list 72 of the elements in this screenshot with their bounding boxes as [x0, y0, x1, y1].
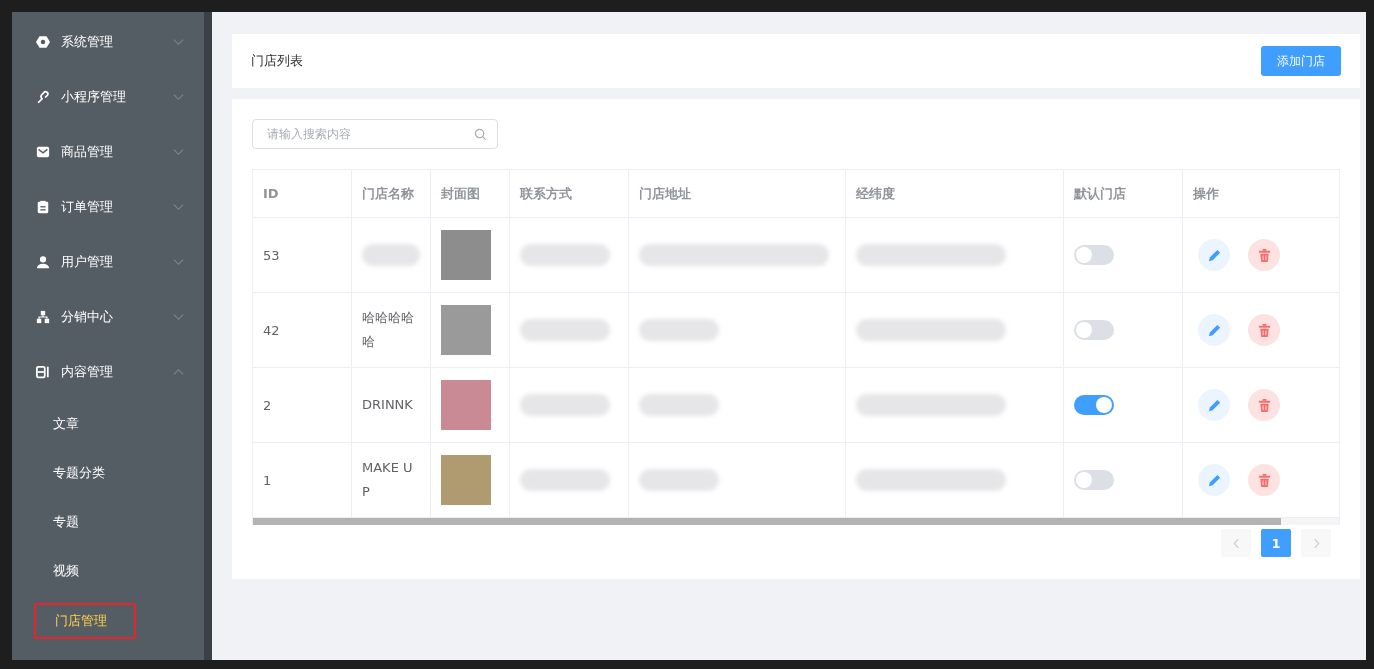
- photo-placeholder: [441, 455, 491, 505]
- chevron-icon: [173, 312, 184, 321]
- pencil-icon: [1206, 322, 1222, 338]
- redacted-block: [362, 244, 420, 266]
- table-cell-text: 哈哈哈哈哈: [362, 309, 415, 351]
- edit-button[interactable]: [1198, 464, 1230, 496]
- delete-button[interactable]: [1248, 389, 1280, 421]
- page-title: 门店列表: [251, 52, 303, 70]
- table-cell: 53: [263, 247, 280, 263]
- chevron-icon: [173, 202, 184, 211]
- column-header: 默认门店: [1064, 170, 1183, 217]
- column-header: 门店地址: [629, 170, 846, 217]
- person-icon: [36, 254, 50, 269]
- scrollbar-thumb[interactable]: [253, 518, 1281, 525]
- pencil-icon: [1206, 472, 1222, 488]
- trash-icon: [1256, 247, 1272, 263]
- link-icon: [36, 89, 50, 104]
- edit-button[interactable]: [1198, 239, 1230, 271]
- table-cell-text: DRINNK: [362, 396, 413, 414]
- search-icon: [474, 128, 487, 141]
- submenu-item[interactable]: 视频: [12, 546, 204, 595]
- column-header: 封面图: [431, 170, 510, 217]
- submenu-item[interactable]: 文章: [12, 399, 204, 448]
- trash-icon: [1256, 322, 1272, 338]
- column-header: 经纬度: [846, 170, 1064, 217]
- submenu-item[interactable]: 专题分类: [12, 448, 204, 497]
- pencil-icon: [1206, 397, 1222, 413]
- delete-button[interactable]: [1248, 239, 1280, 271]
- trash-icon: [1256, 397, 1272, 413]
- toggle-switch[interactable]: [1074, 395, 1114, 415]
- submenu-item[interactable]: 门店管理: [34, 603, 136, 639]
- toggle-switch[interactable]: [1074, 320, 1114, 340]
- toggle-switch[interactable]: [1074, 470, 1114, 490]
- pencil-icon: [1206, 247, 1222, 263]
- menu-item[interactable]: 分销中心: [12, 289, 204, 344]
- gear-icon: [36, 34, 50, 49]
- photo-placeholder: [441, 230, 491, 280]
- table-cell: 1: [263, 472, 272, 488]
- chevron-right-icon: [1312, 537, 1320, 549]
- org-icon: [36, 309, 50, 324]
- menu-item[interactable]: 订单管理: [12, 179, 204, 234]
- column-header: 门店名称: [352, 170, 431, 217]
- chevron-icon: [173, 92, 184, 101]
- edit-button[interactable]: [1198, 314, 1230, 346]
- edit-button[interactable]: [1198, 389, 1230, 421]
- menu-item[interactable]: 商品管理: [12, 124, 204, 179]
- chevron-icon: [173, 367, 184, 376]
- table-cell-text: MAKE UP: [362, 459, 414, 501]
- photo-placeholder: [441, 380, 491, 430]
- layout-icon: [36, 364, 50, 379]
- chevron-icon: [173, 147, 184, 156]
- menu-item[interactable]: 内容管理: [12, 344, 204, 399]
- menu-item[interactable]: 用户管理: [12, 234, 204, 289]
- photo-placeholder: [441, 305, 491, 355]
- delete-button[interactable]: [1248, 314, 1280, 346]
- table-cell: 2: [263, 397, 272, 413]
- column-header: 联系方式: [510, 170, 629, 217]
- clipboard-icon: [36, 199, 50, 214]
- menu-item[interactable]: 小程序管理: [12, 69, 204, 124]
- chevron-icon: [173, 257, 184, 266]
- table-cell: 42: [263, 322, 280, 338]
- menu-item[interactable]: 系统管理: [12, 14, 204, 69]
- toggle-switch[interactable]: [1074, 245, 1114, 265]
- column-header: ID: [253, 170, 352, 217]
- chevron-icon: [173, 37, 184, 46]
- delete-button[interactable]: [1248, 464, 1280, 496]
- submenu-item[interactable]: 专题: [12, 497, 204, 546]
- envelope-icon: [36, 144, 50, 159]
- trash-icon: [1256, 472, 1272, 488]
- chevron-left-icon: [1232, 537, 1240, 549]
- column-header: 操作: [1192, 184, 1220, 203]
- search-field[interactable]: 请输入搜索内容: [252, 119, 498, 149]
